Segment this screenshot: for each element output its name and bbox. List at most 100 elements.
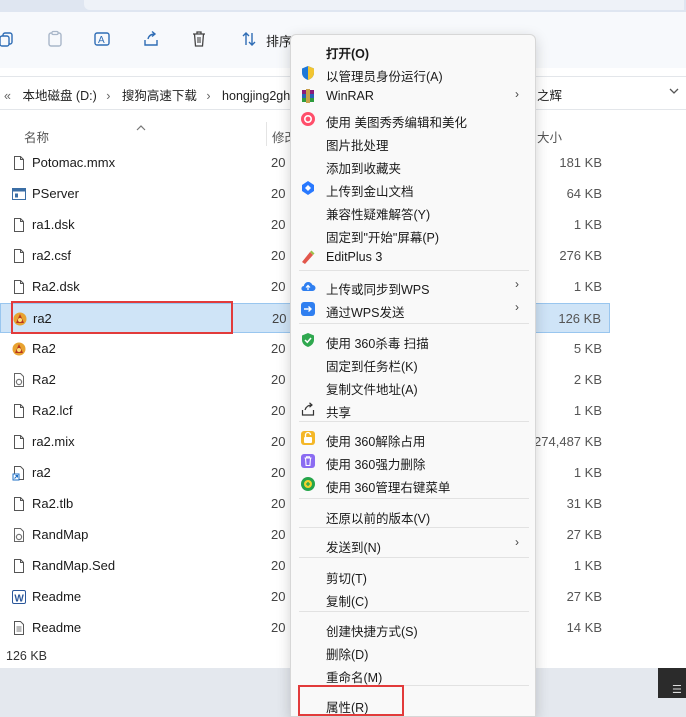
status-selection-size: 126 KB	[6, 649, 48, 663]
file-name: Readme	[32, 620, 82, 635]
file-icon	[11, 403, 27, 419]
file-size: 1 KB	[573, 217, 602, 232]
context-menu-item[interactable]: 剪切(T)	[291, 564, 537, 587]
context-menu-item[interactable]: 兼容性疑难解答(Y)	[291, 200, 537, 223]
file-modified: 20	[271, 279, 286, 294]
app-window-icon	[11, 186, 27, 202]
context-menu-item[interactable]: 删除(D)	[291, 640, 537, 663]
context-menu-item[interactable]: 添加到收藏夹	[291, 154, 537, 177]
context-menu-item[interactable]: 使用 360杀毒 扫描	[291, 329, 537, 352]
context-menu-label: 固定到任务栏(K)	[326, 360, 418, 374]
context-menu-label: 打开(O)	[326, 47, 370, 61]
context-menu-label: 兼容性疑难解答(Y)	[326, 208, 431, 222]
context-menu-item[interactable]: 创建快捷方式(S)	[291, 617, 537, 640]
copy-icon[interactable]	[0, 26, 20, 52]
file-size: 276 KB	[559, 248, 602, 263]
context-menu-item[interactable]: 固定到任务栏(K)	[291, 352, 537, 375]
context-menu-label: 使用 360强力删除	[326, 458, 426, 472]
breadcrumb-item[interactable]: hongjing2gh	[222, 89, 290, 103]
context-menu-item[interactable]: 使用 美图秀秀编辑和美化	[291, 108, 537, 131]
file-size: 64 KB	[566, 186, 602, 201]
unlock-360-icon	[300, 430, 316, 446]
context-menu-label: 还原以前的版本(V)	[326, 512, 431, 526]
editplus-icon	[300, 249, 316, 265]
column-size[interactable]: 大小	[537, 127, 562, 146]
chevron-right-icon: ›	[106, 89, 111, 103]
context-menu-item[interactable]: 复制文件地址(A)	[291, 375, 537, 398]
file-name: ra2	[32, 465, 51, 480]
chevron-right-icon: ›	[515, 535, 519, 549]
file-size: 27 KB	[566, 527, 602, 542]
file-name: Readme	[32, 589, 82, 604]
context-menu-label: 复制文件地址(A)	[326, 383, 418, 397]
context-menu-item[interactable]: 以管理员身份运行(A)	[291, 62, 537, 85]
context-menu-item[interactable]: WinRAR ›	[291, 85, 537, 108]
meitu-icon	[300, 111, 316, 127]
context-menu-item[interactable]: 共享	[291, 398, 537, 421]
context-menu-label: 使用 360解除占用	[326, 435, 426, 449]
context-menu-label: 共享	[326, 406, 352, 420]
delete-360-icon	[300, 453, 316, 469]
context-menu-label: 使用 360杀毒 扫描	[326, 337, 429, 351]
column-name[interactable]: 名称	[24, 127, 49, 146]
context-menu: 打开(O) 以管理员身份运行(A) WinRAR › 使用 美图秀秀编辑和美化图片批处理…	[290, 34, 536, 717]
chevron-right-icon: ›	[515, 277, 519, 291]
chevron-right-icon: ›	[515, 87, 519, 101]
file-name: ra2.csf	[32, 248, 72, 263]
context-menu-item[interactable]: 上传到金山文档	[291, 177, 537, 200]
rename-icon[interactable]: A	[89, 26, 115, 52]
file-name: Ra2.lcf	[32, 403, 73, 418]
file-modified: 20	[271, 434, 286, 449]
shortcut-file-icon	[11, 465, 27, 481]
sort-button-label[interactable]: 排序	[266, 31, 292, 50]
context-menu-label: 上传到金山文档	[326, 185, 414, 199]
menu-separator	[299, 498, 529, 499]
menu-separator	[299, 421, 529, 422]
highlight-box	[298, 685, 404, 716]
file-size: 274,487 KB	[534, 434, 602, 449]
highlight-box	[11, 301, 233, 334]
breadcrumb-item[interactable]: 本地磁盘 (D:)	[22, 89, 96, 103]
file-modified: 20	[271, 217, 286, 232]
title-strip	[0, 0, 686, 12]
breadcrumb-overflow-icon[interactable]: «	[4, 89, 11, 103]
context-menu-item[interactable]: 重命名(M)	[291, 663, 537, 686]
context-menu-item[interactable]: 固定到"开始"屏幕(P)	[291, 223, 537, 246]
context-menu-item[interactable]: 还原以前的版本(V)	[291, 504, 537, 527]
settings-file-icon	[11, 372, 27, 388]
file-icon	[11, 496, 27, 512]
context-menu-item[interactable]: 上传或同步到WPS ›	[291, 275, 537, 298]
paste-icon[interactable]	[42, 26, 68, 52]
winrar-icon	[300, 88, 316, 104]
context-menu-item[interactable]: 使用 360管理右键菜单	[291, 473, 537, 496]
context-menu-item[interactable]: 图片批处理	[291, 131, 537, 154]
file-icon	[11, 248, 27, 264]
file-modified: 20	[271, 372, 286, 387]
context-menu-item[interactable]: 复制(C)	[291, 587, 537, 610]
breadcrumb-item[interactable]: 搜狗高速下载	[122, 89, 197, 103]
context-menu-label: 通过WPS发送	[326, 306, 405, 320]
context-menu-item[interactable]: 通过WPS发送 ›	[291, 298, 537, 321]
share-icon[interactable]	[138, 26, 164, 52]
context-menu-label: 添加到收藏夹	[326, 162, 402, 176]
context-menu-label: 发送到(N)	[326, 541, 381, 555]
chevron-down-icon[interactable]	[668, 83, 680, 102]
file-icon	[11, 279, 27, 295]
context-menu-label: 重命名(M)	[326, 671, 383, 685]
uac-shield-icon	[300, 65, 316, 81]
context-menu-label: 复制(C)	[326, 595, 369, 609]
delete-icon[interactable]	[186, 26, 212, 52]
kdocs-icon	[300, 180, 316, 196]
file-name: ra1.dsk	[32, 217, 75, 232]
context-menu-item[interactable]: 使用 360强力删除	[291, 450, 537, 473]
context-menu-item[interactable]: EditPlus 3	[291, 246, 537, 269]
breadcrumb-item[interactable]: 之辉	[537, 85, 562, 104]
menu-separator	[299, 611, 529, 612]
context-menu-item[interactable]: 打开(O)	[291, 39, 537, 62]
context-menu-label: 图片批处理	[326, 139, 389, 153]
context-menu-item[interactable]: 发送到(N) ›	[291, 533, 537, 556]
context-menu-label: 删除(D)	[326, 648, 369, 662]
context-menu-item[interactable]: 使用 360解除占用	[291, 427, 537, 450]
file-name: Potomac.mmx	[32, 155, 116, 170]
sort-icon[interactable]	[236, 26, 262, 52]
